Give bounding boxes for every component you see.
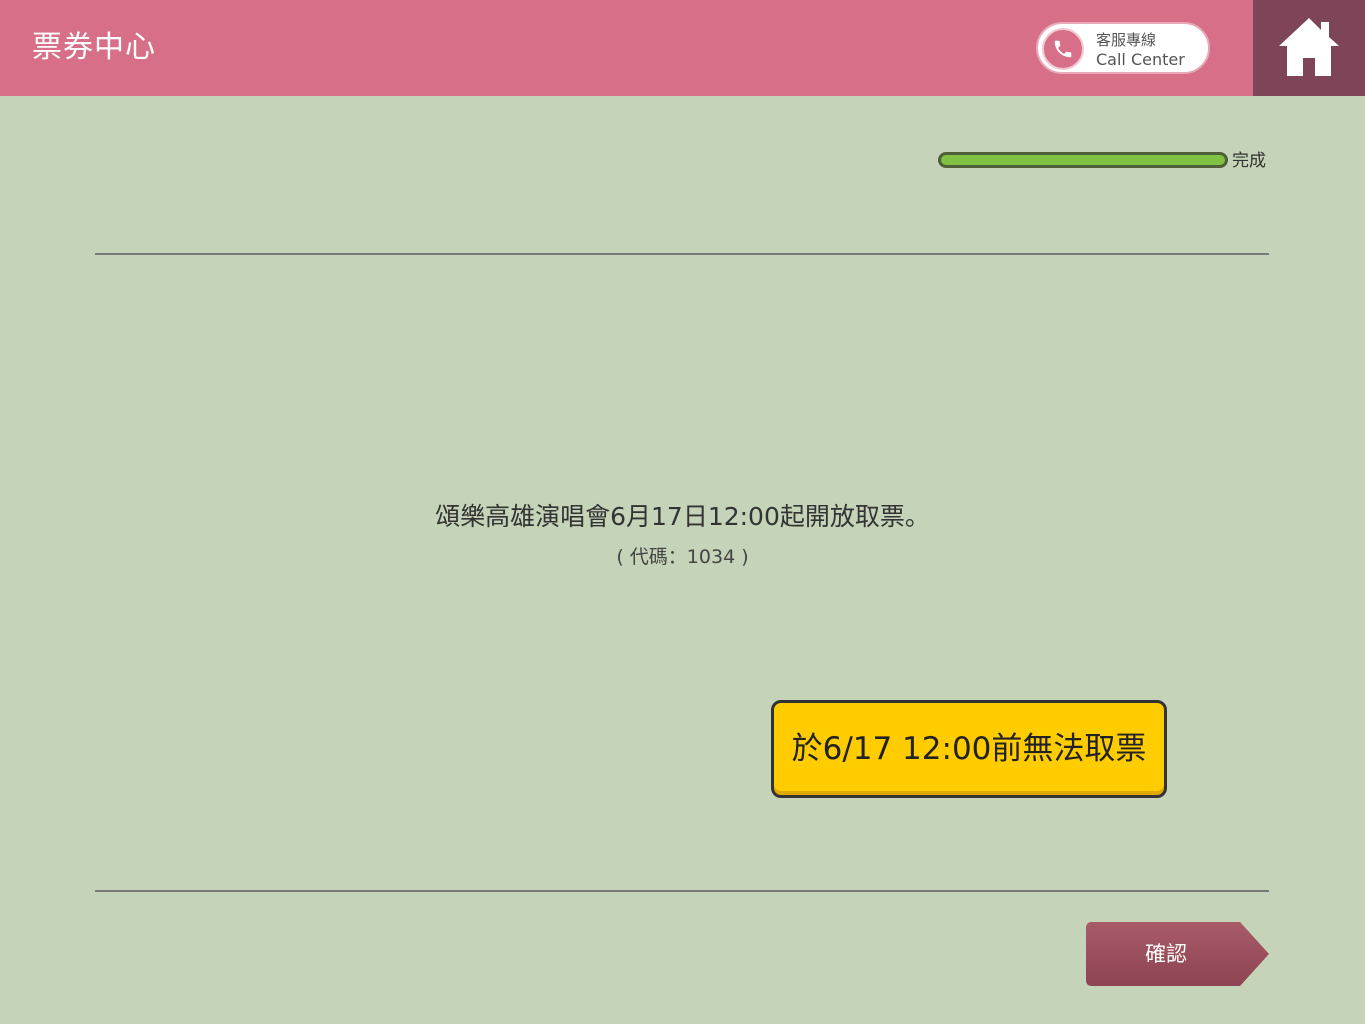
phone-icon [1042,28,1084,70]
call-center-label-en: Call Center [1096,50,1185,69]
pickup-message: 頌樂高雄演唱會6月17日12:00起開放取票。 [435,502,930,531]
bottom-divider [95,890,1269,892]
confirm-button[interactable]: 確認 [1086,922,1270,986]
confirm-label: 確認 [1145,942,1187,966]
pickup-unavailable-button[interactable]: 於6/17 12:00前無法取票 [771,700,1167,798]
progress-fill [941,155,1225,165]
home-icon [1279,18,1339,76]
home-button[interactable] [1253,0,1365,96]
progress-bar [938,152,1228,168]
call-center-label-zh: 客服專線 [1096,31,1157,49]
error-code: ( 代碼：1034 ) [616,546,749,568]
progress-label: 完成 [1232,151,1266,171]
call-center-button[interactable]: 客服專線 Call Center [1036,22,1210,74]
header-bar: 票券中心 客服專線 Call Center [0,0,1365,96]
app-title: 票券中心 [32,30,156,65]
top-divider [95,253,1269,255]
